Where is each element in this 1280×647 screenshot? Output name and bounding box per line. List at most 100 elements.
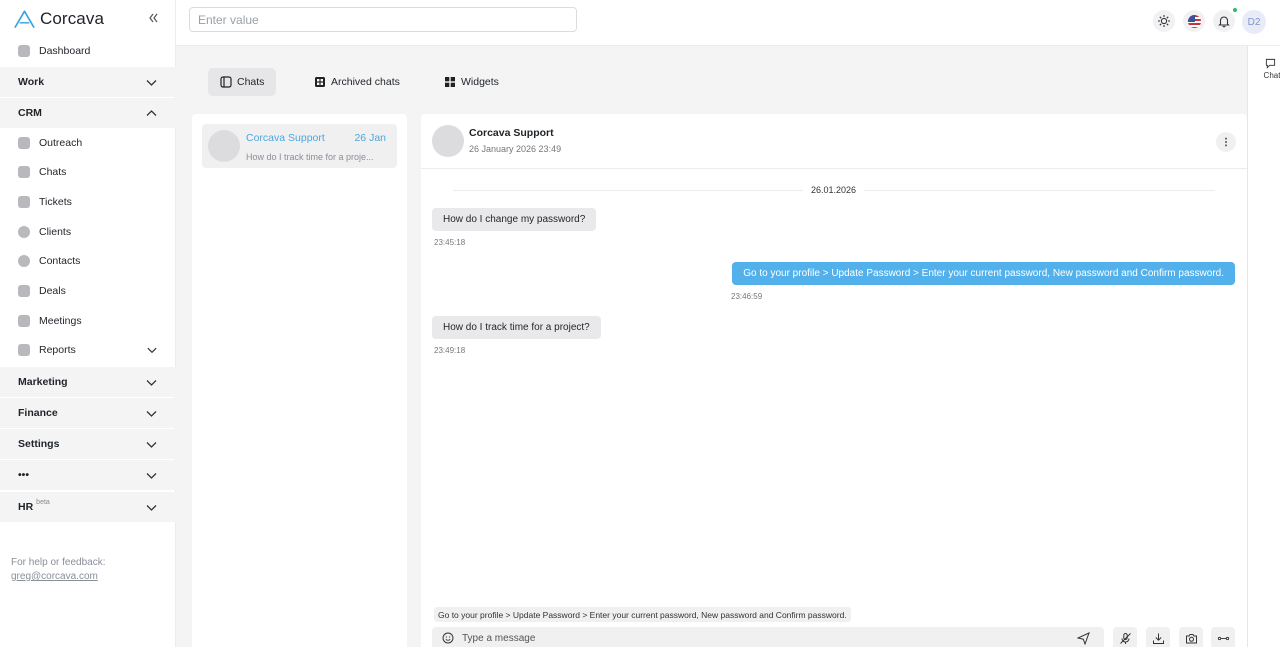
search-input[interactable] (189, 7, 577, 32)
emoji-icon[interactable] (442, 632, 454, 644)
tab-label: Archived chats (331, 76, 400, 88)
reports-icon (18, 344, 30, 356)
chat-date: 26 Jan (354, 132, 386, 144)
section-label: Finance (18, 407, 58, 419)
theme-toggle-button[interactable] (1153, 10, 1175, 32)
chat-list-item[interactable]: Corcava Support 26 Jan How do I track ti… (202, 124, 397, 168)
quoted-message-preview[interactable]: Go to your profile > Update Password > E… (434, 607, 851, 622)
avatar (208, 130, 240, 162)
tab-chats[interactable]: Chats (208, 68, 277, 96)
sidebar-section-more[interactable]: ••• (0, 460, 176, 490)
sidebar-item-label: Clients (39, 226, 72, 238)
sidebar-item-dashboard[interactable]: Dashboard (0, 40, 176, 62)
chevron-down-icon (147, 347, 157, 354)
contacts-icon (18, 255, 30, 267)
notification-dot (1232, 7, 1238, 13)
sidebar-item-label: Contacts (39, 255, 81, 267)
sidebar-section-crm[interactable]: CRM (0, 98, 176, 128)
section-label: HR (18, 501, 34, 513)
sun-icon (1158, 15, 1170, 27)
day-separator-label: 26.01.2026 (803, 185, 865, 195)
chevron-down-icon (146, 442, 157, 448)
chevron-down-icon (146, 80, 157, 86)
message-input[interactable] (462, 629, 1062, 647)
dashboard-icon (18, 45, 30, 57)
tab-widgets[interactable]: Widgets (432, 68, 511, 96)
tickets-icon (18, 196, 30, 208)
camera-icon (1185, 633, 1197, 643)
more-vertical-icon (1225, 137, 1227, 147)
sidebar-item-meetings[interactable]: Meetings (0, 310, 176, 332)
sidebar-section-hr[interactable]: HR beta (0, 492, 176, 522)
help-block: For help or feedback: greg@corcava.com (11, 556, 106, 584)
conversation-title: Corcava Support (469, 127, 554, 139)
beta-badge: beta (36, 498, 50, 506)
sidebar-item-outreach[interactable]: Outreach (0, 132, 176, 154)
outreach-icon (18, 137, 30, 149)
section-label: Settings (18, 438, 60, 450)
sidebar-item-label: Meetings (39, 315, 82, 327)
sidebar-item-label: Dashboard (39, 45, 91, 57)
send-icon[interactable] (1077, 632, 1090, 645)
topbar: D2 (176, 0, 1280, 46)
chevron-down-icon (146, 380, 157, 386)
us-flag-icon (1187, 14, 1201, 28)
message-time: 23:49:18 (434, 346, 466, 355)
sidebar-section-settings[interactable]: Settings (0, 429, 176, 459)
message-time: 23:45:18 (434, 238, 466, 247)
download-icon (1152, 633, 1164, 644)
download-button[interactable] (1146, 627, 1170, 647)
mic-off-icon (1119, 632, 1131, 644)
conversation-date: 26 January 2026 23:49 (469, 144, 562, 154)
language-button[interactable] (1183, 10, 1205, 32)
notifications-button[interactable] (1213, 7, 1238, 32)
sidebar-item-label: Reports (39, 344, 76, 356)
conversation-header: Corcava Support 26 January 2026 23:49 (421, 114, 1247, 169)
chats-tab-icon (220, 76, 232, 88)
sidebar-item-chats[interactable]: Chats (0, 161, 176, 183)
message-incoming: How do I change my password? (432, 208, 597, 231)
sidebar-item-deals[interactable]: Deals (0, 280, 176, 302)
avatar (432, 125, 464, 157)
mute-button[interactable] (1113, 627, 1137, 647)
conversation-panel: Corcava Support 26 January 2026 23:49 26… (421, 114, 1247, 647)
sidebar-item-reports[interactable]: Reports (0, 339, 176, 361)
help-email-link[interactable]: greg@corcava.com (11, 570, 106, 584)
chevron-down-icon (146, 473, 157, 479)
chat-preview: How do I track time for a proje... (246, 152, 374, 162)
sidebar-item-contacts[interactable]: Contacts (0, 250, 176, 272)
message-time: 23:46:59 (731, 292, 763, 301)
sidebar-item-label: Tickets (39, 196, 72, 208)
chat-name: Corcava Support (246, 132, 325, 144)
more-tools-button[interactable] (1211, 627, 1235, 647)
bell-icon (1218, 16, 1230, 28)
brand[interactable]: Corcava (13, 8, 104, 30)
sidebar-item-tickets[interactable]: Tickets (0, 191, 176, 213)
user-avatar[interactable]: D2 (1242, 10, 1266, 34)
collapse-sidebar-button[interactable] (146, 11, 160, 25)
camera-button[interactable] (1179, 627, 1203, 647)
tab-archived-chats[interactable]: Archived chats (302, 68, 412, 96)
section-label: Marketing (18, 376, 68, 388)
brand-name: Corcava (40, 9, 105, 28)
sidebar-section-finance[interactable]: Finance (0, 398, 176, 428)
sidebar-item-label: Outreach (39, 137, 83, 149)
chevron-down-icon (146, 411, 157, 417)
help-text: For help or feedback: (11, 557, 106, 568)
rail-chat-button[interactable]: Chat (1262, 58, 1280, 80)
message-composer (432, 627, 1104, 647)
sidebar-item-label: Chats (39, 166, 67, 178)
chats-icon (18, 166, 30, 178)
sidebar-section-marketing[interactable]: Marketing (0, 367, 176, 397)
deals-icon (18, 285, 30, 297)
sidebar-section-work[interactable]: Work (0, 67, 176, 97)
more-options-button[interactable] (1216, 132, 1236, 152)
sidebar-item-clients[interactable]: Clients (0, 221, 176, 243)
tab-label: Chats (237, 76, 265, 88)
right-rail: Chat (1247, 46, 1280, 647)
sidebar-item-label: Deals (39, 285, 66, 297)
chevron-up-icon (146, 110, 157, 116)
meetings-icon (18, 315, 30, 327)
more-horizontal-icon (1217, 636, 1229, 640)
section-label: Work (18, 76, 45, 88)
